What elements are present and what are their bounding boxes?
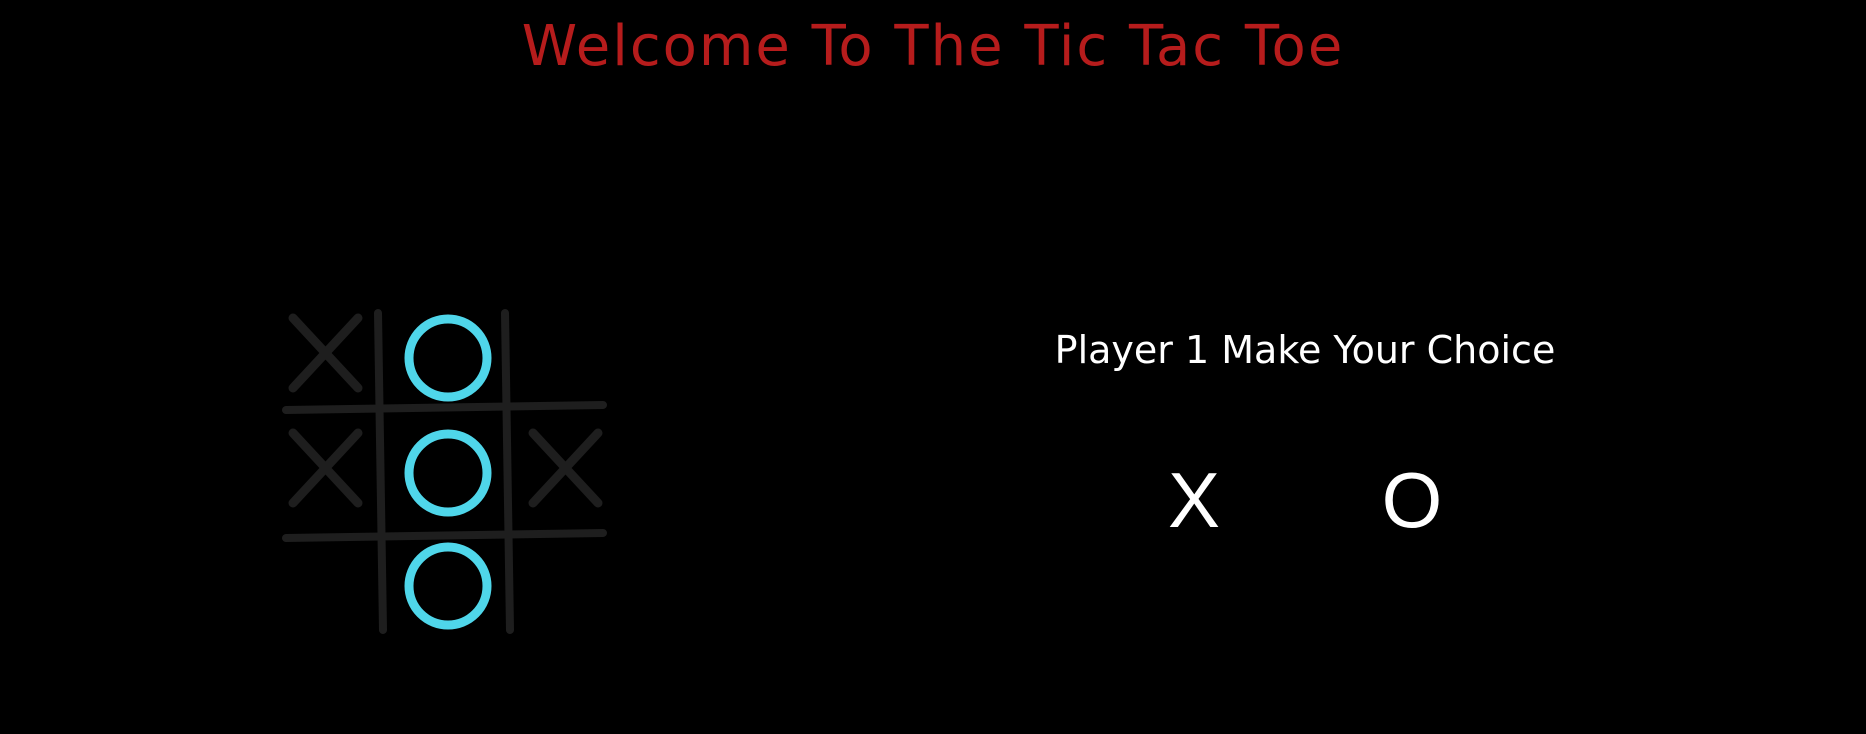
board-cell-2-1[interactable] <box>278 418 388 528</box>
x-mark-icon <box>288 428 363 508</box>
board-cell-1-1[interactable] <box>278 303 388 413</box>
tic-tac-toe-board <box>278 305 618 645</box>
player-prompt: Player 1 Make Your Choice <box>1054 328 1556 372</box>
choose-o-button[interactable]: O <box>1362 450 1462 550</box>
o-mark-icon <box>404 314 492 402</box>
choose-x-button[interactable]: X <box>1144 450 1244 550</box>
o-mark-icon <box>404 429 492 517</box>
page-title: Welcome To The Tic Tac Toe <box>521 14 1345 79</box>
x-mark-icon <box>288 313 363 393</box>
board-cell-1-3[interactable] <box>518 303 628 413</box>
o-mark-icon <box>404 542 492 630</box>
board-cell-1-2[interactable] <box>393 303 503 413</box>
board-cell-3-1[interactable] <box>278 531 388 641</box>
board-cell-2-3[interactable] <box>518 418 628 528</box>
board-cell-2-2[interactable] <box>393 418 503 528</box>
board-cell-3-2[interactable] <box>393 531 503 641</box>
board-cell-3-3[interactable] <box>518 531 628 641</box>
x-mark-icon <box>528 428 603 508</box>
game-page: Welcome To The Tic Tac Toe Player 1 Make… <box>0 0 1866 734</box>
grid-line-vertical-2 <box>501 309 514 634</box>
